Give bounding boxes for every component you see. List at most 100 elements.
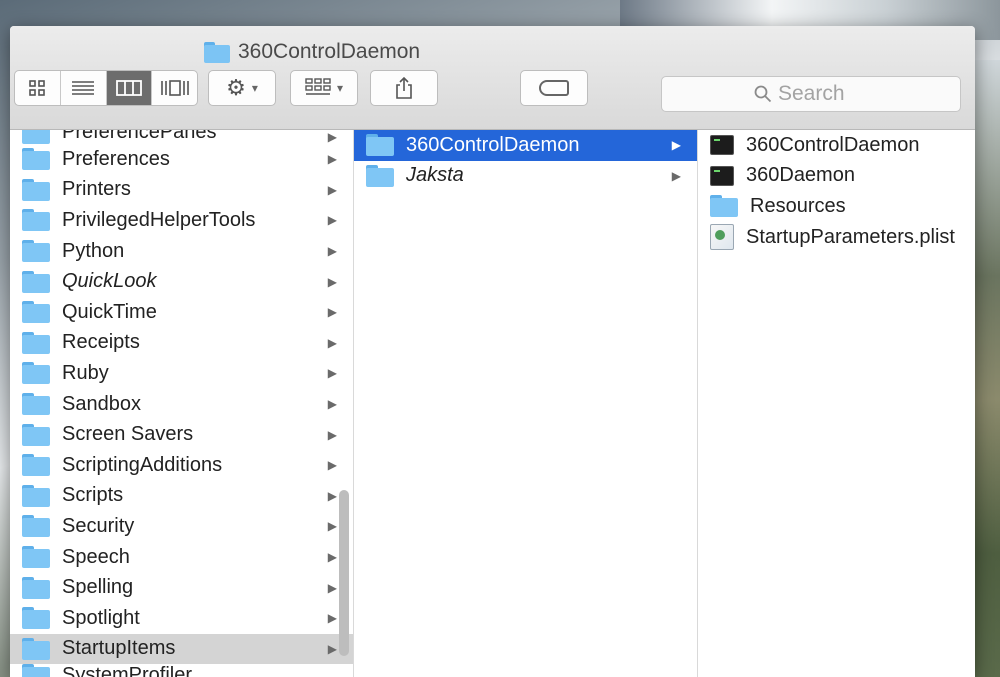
scrollbar-thumb[interactable]	[339, 490, 349, 656]
share-button[interactable]	[370, 70, 438, 106]
list-item[interactable]: Screen Savers ▶	[10, 419, 353, 450]
list-item-label: StartupItems	[62, 637, 176, 660]
search-icon	[754, 85, 772, 103]
list-item[interactable]: Scripts ▶	[10, 481, 353, 512]
column-view-icon[interactable]	[106, 71, 153, 105]
search-field[interactable]	[661, 76, 961, 112]
folder-icon	[366, 134, 394, 157]
tag-button[interactable]	[520, 70, 588, 106]
tag-icon	[539, 80, 569, 96]
folder-icon	[22, 209, 50, 232]
gear-icon: ⚙	[226, 75, 246, 100]
chevron-right-icon: ▶	[671, 168, 681, 183]
chevron-right-icon: ▶	[327, 366, 337, 381]
list-item[interactable]: 360ControlDaemon	[698, 130, 975, 161]
list-item[interactable]: SystemProfiler	[10, 664, 353, 677]
folder-icon	[22, 240, 50, 263]
list-item[interactable]: Jaksta ▶	[354, 161, 697, 192]
list-item[interactable]: Sandbox ▶	[10, 389, 353, 420]
column-startupitems: 360ControlDaemon ▶ Jaksta ▶	[354, 130, 698, 677]
folder-icon	[22, 515, 50, 538]
folder-icon	[22, 148, 50, 171]
list-item-selected[interactable]: StartupItems ▶	[10, 633, 353, 665]
folder-icon	[22, 637, 50, 660]
list-item[interactable]: StartupParameters.plist	[698, 222, 975, 253]
list-view-icon[interactable]	[61, 71, 107, 105]
folder-icon	[22, 423, 50, 446]
share-icon	[396, 76, 412, 99]
view-mode-group	[14, 70, 198, 106]
arrange-button[interactable]: ▾	[290, 70, 358, 106]
list-item-label: Resources	[750, 194, 846, 217]
list-item[interactable]: Receipts ▶	[10, 328, 353, 359]
arrange-icon	[305, 78, 331, 95]
column-browser: PreferencePanes ▶ Preferences ▶ Printers ▶…	[10, 130, 975, 677]
folder-icon	[22, 362, 50, 385]
folder-icon	[22, 607, 50, 630]
list-item[interactable]: Ruby ▶	[10, 358, 353, 389]
list-item-label: Receipts	[62, 331, 140, 354]
toolbar: ⚙ ▾ ▾	[10, 70, 975, 114]
terminal-executable-icon	[710, 165, 734, 186]
list-item-label: PreferencePanes	[62, 130, 217, 143]
list-item-label: 360ControlDaemon	[746, 133, 920, 156]
column-360controldaemon: 360ControlDaemon 360Daemon Resources Sta…	[698, 130, 975, 677]
folder-icon	[366, 164, 394, 187]
folder-icon	[22, 454, 50, 477]
chevron-right-icon: ▶	[327, 244, 337, 259]
search-input[interactable]	[778, 82, 868, 106]
chevron-right-icon: ▶	[327, 274, 337, 289]
list-item-label: ScriptingAdditions	[62, 453, 223, 476]
window-title: 360ControlDaemon	[204, 40, 420, 64]
list-item[interactable]: PreferencePanes ▶	[10, 130, 353, 144]
folder-icon	[22, 576, 50, 599]
list-item-label: 360Daemon	[746, 164, 855, 187]
list-item-label: StartupParameters.plist	[746, 225, 955, 248]
folder-icon	[22, 484, 50, 507]
folder-icon	[710, 195, 738, 218]
list-item[interactable]: Preferences ▶	[10, 144, 353, 175]
list-item-label: Speech	[62, 545, 130, 568]
list-item[interactable]: Spelling ▶	[10, 572, 353, 603]
list-item[interactable]: 360Daemon	[698, 161, 975, 192]
folder-icon	[22, 301, 50, 324]
folder-icon	[22, 546, 50, 569]
folder-icon	[22, 130, 50, 144]
list-item-label: 360ControlDaemon	[406, 133, 580, 156]
column-library-list: PreferencePanes ▶ Preferences ▶ Printers ▶…	[10, 130, 353, 677]
list-item[interactable]: Speech ▶	[10, 542, 353, 573]
chevron-right-icon: ▶	[327, 611, 337, 626]
icon-view-icon[interactable]	[15, 71, 61, 105]
coverflow-view-icon[interactable]	[152, 71, 197, 105]
chevron-right-icon: ▶	[327, 397, 337, 412]
list-item[interactable]: QuickLook ▶	[10, 266, 353, 297]
list-item[interactable]: Spotlight ▶	[10, 603, 353, 634]
list-item-label: Scripts	[62, 484, 124, 507]
folder-icon	[22, 178, 50, 201]
chevron-right-icon: ▶	[327, 305, 337, 320]
action-button[interactable]: ⚙ ▾	[208, 70, 276, 106]
chevron-right-icon: ▶	[327, 182, 337, 197]
chevron-down-icon: ▾	[251, 81, 258, 95]
list-item-label: Printers	[62, 178, 131, 201]
list-item[interactable]: Python ▶	[10, 236, 353, 267]
list-item-label: Preferences	[62, 147, 170, 170]
list-item[interactable]: Security ▶	[10, 511, 353, 542]
list-item[interactable]: QuickTime ▶	[10, 297, 353, 328]
titlebar: 360ControlDaemon ⚙ ▾ ▾ Search	[10, 26, 975, 130]
folder-icon	[22, 270, 50, 293]
list-item-label: Screen Savers	[62, 423, 194, 446]
list-item-label: Jaksta	[406, 164, 464, 187]
list-item-label: QuickLook	[62, 270, 157, 293]
list-item-selected[interactable]: 360ControlDaemon ▶	[354, 130, 697, 161]
list-item[interactable]: Printers ▶	[10, 175, 353, 206]
chevron-right-icon: ▶	[327, 519, 337, 534]
list-item[interactable]: ScriptingAdditions ▶	[10, 450, 353, 481]
list-item[interactable]: PrivilegedHelperTools ▶	[10, 205, 353, 236]
list-item[interactable]: Resources	[698, 191, 975, 222]
chevron-right-icon: ▶	[327, 458, 337, 473]
list-item-label: Python	[62, 239, 125, 262]
list-item-label: Spelling	[62, 576, 134, 599]
chevron-right-icon: ▶	[327, 427, 337, 442]
chevron-down-icon: ▾	[336, 81, 344, 95]
